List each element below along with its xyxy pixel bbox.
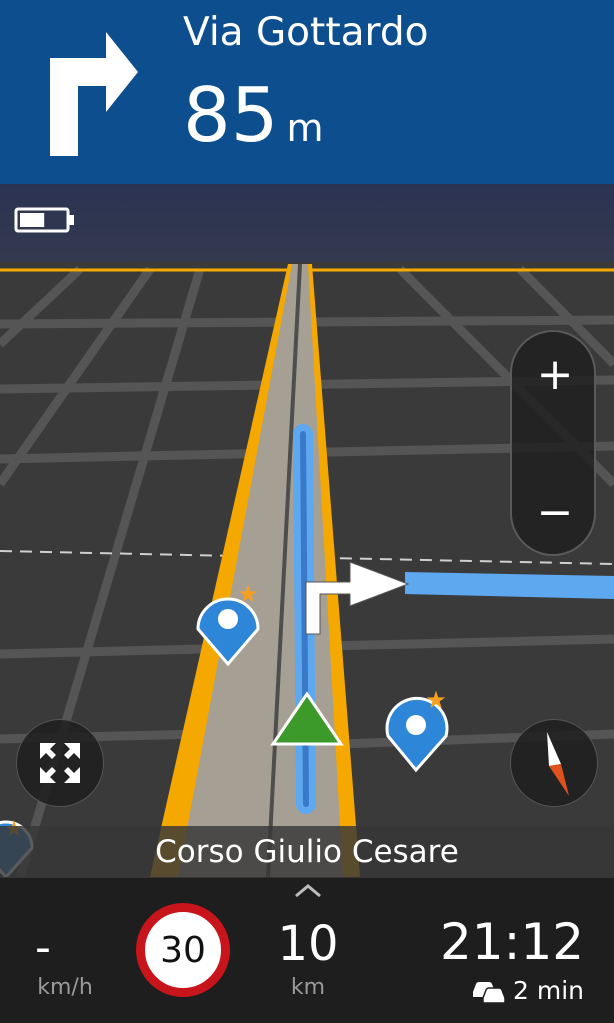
battery-icon [14,207,74,233]
traffic-delay-value: 2 min [513,975,584,1005]
traffic-cars-icon [473,982,506,1003]
maneuver-distance: 85 m [183,78,323,153]
remaining-distance: 10 [277,916,339,972]
compass-button[interactable] [510,719,598,807]
chevron-up-icon[interactable] [288,880,328,900]
turn-right-icon [50,32,138,156]
speed-limit-value: 30 [160,929,206,971]
svg-text:★: ★ [425,686,447,714]
zoom-control: + − [510,330,596,556]
remaining-distance-unit: km [290,975,326,1000]
maneuver-distance-value: 85 [183,71,279,159]
sky [0,184,614,264]
current-road-name: Corso Giulio Cesare [155,834,459,870]
current-road-bar: Corso Giulio Cesare [0,826,614,878]
expand-icon [40,743,80,783]
zoom-out-button[interactable]: − [512,472,598,552]
compass-needle-icon [547,732,569,796]
arrival-time: 21:12 [440,913,585,971]
next-street-name: Via Gottardo [183,10,429,55]
speed-unit: km/h [37,975,93,1000]
maneuver-distance-unit: m [286,106,324,150]
fullscreen-button[interactable] [16,719,104,807]
speed-limit-sign: 30 [136,903,230,997]
current-speed: - [35,922,51,973]
maneuver-header: Via Gottardo 85 m [0,0,614,184]
traffic-delay: 2 min [464,975,584,1005]
zoom-in-button[interactable]: + [512,334,598,414]
svg-text:★: ★ [237,580,259,608]
